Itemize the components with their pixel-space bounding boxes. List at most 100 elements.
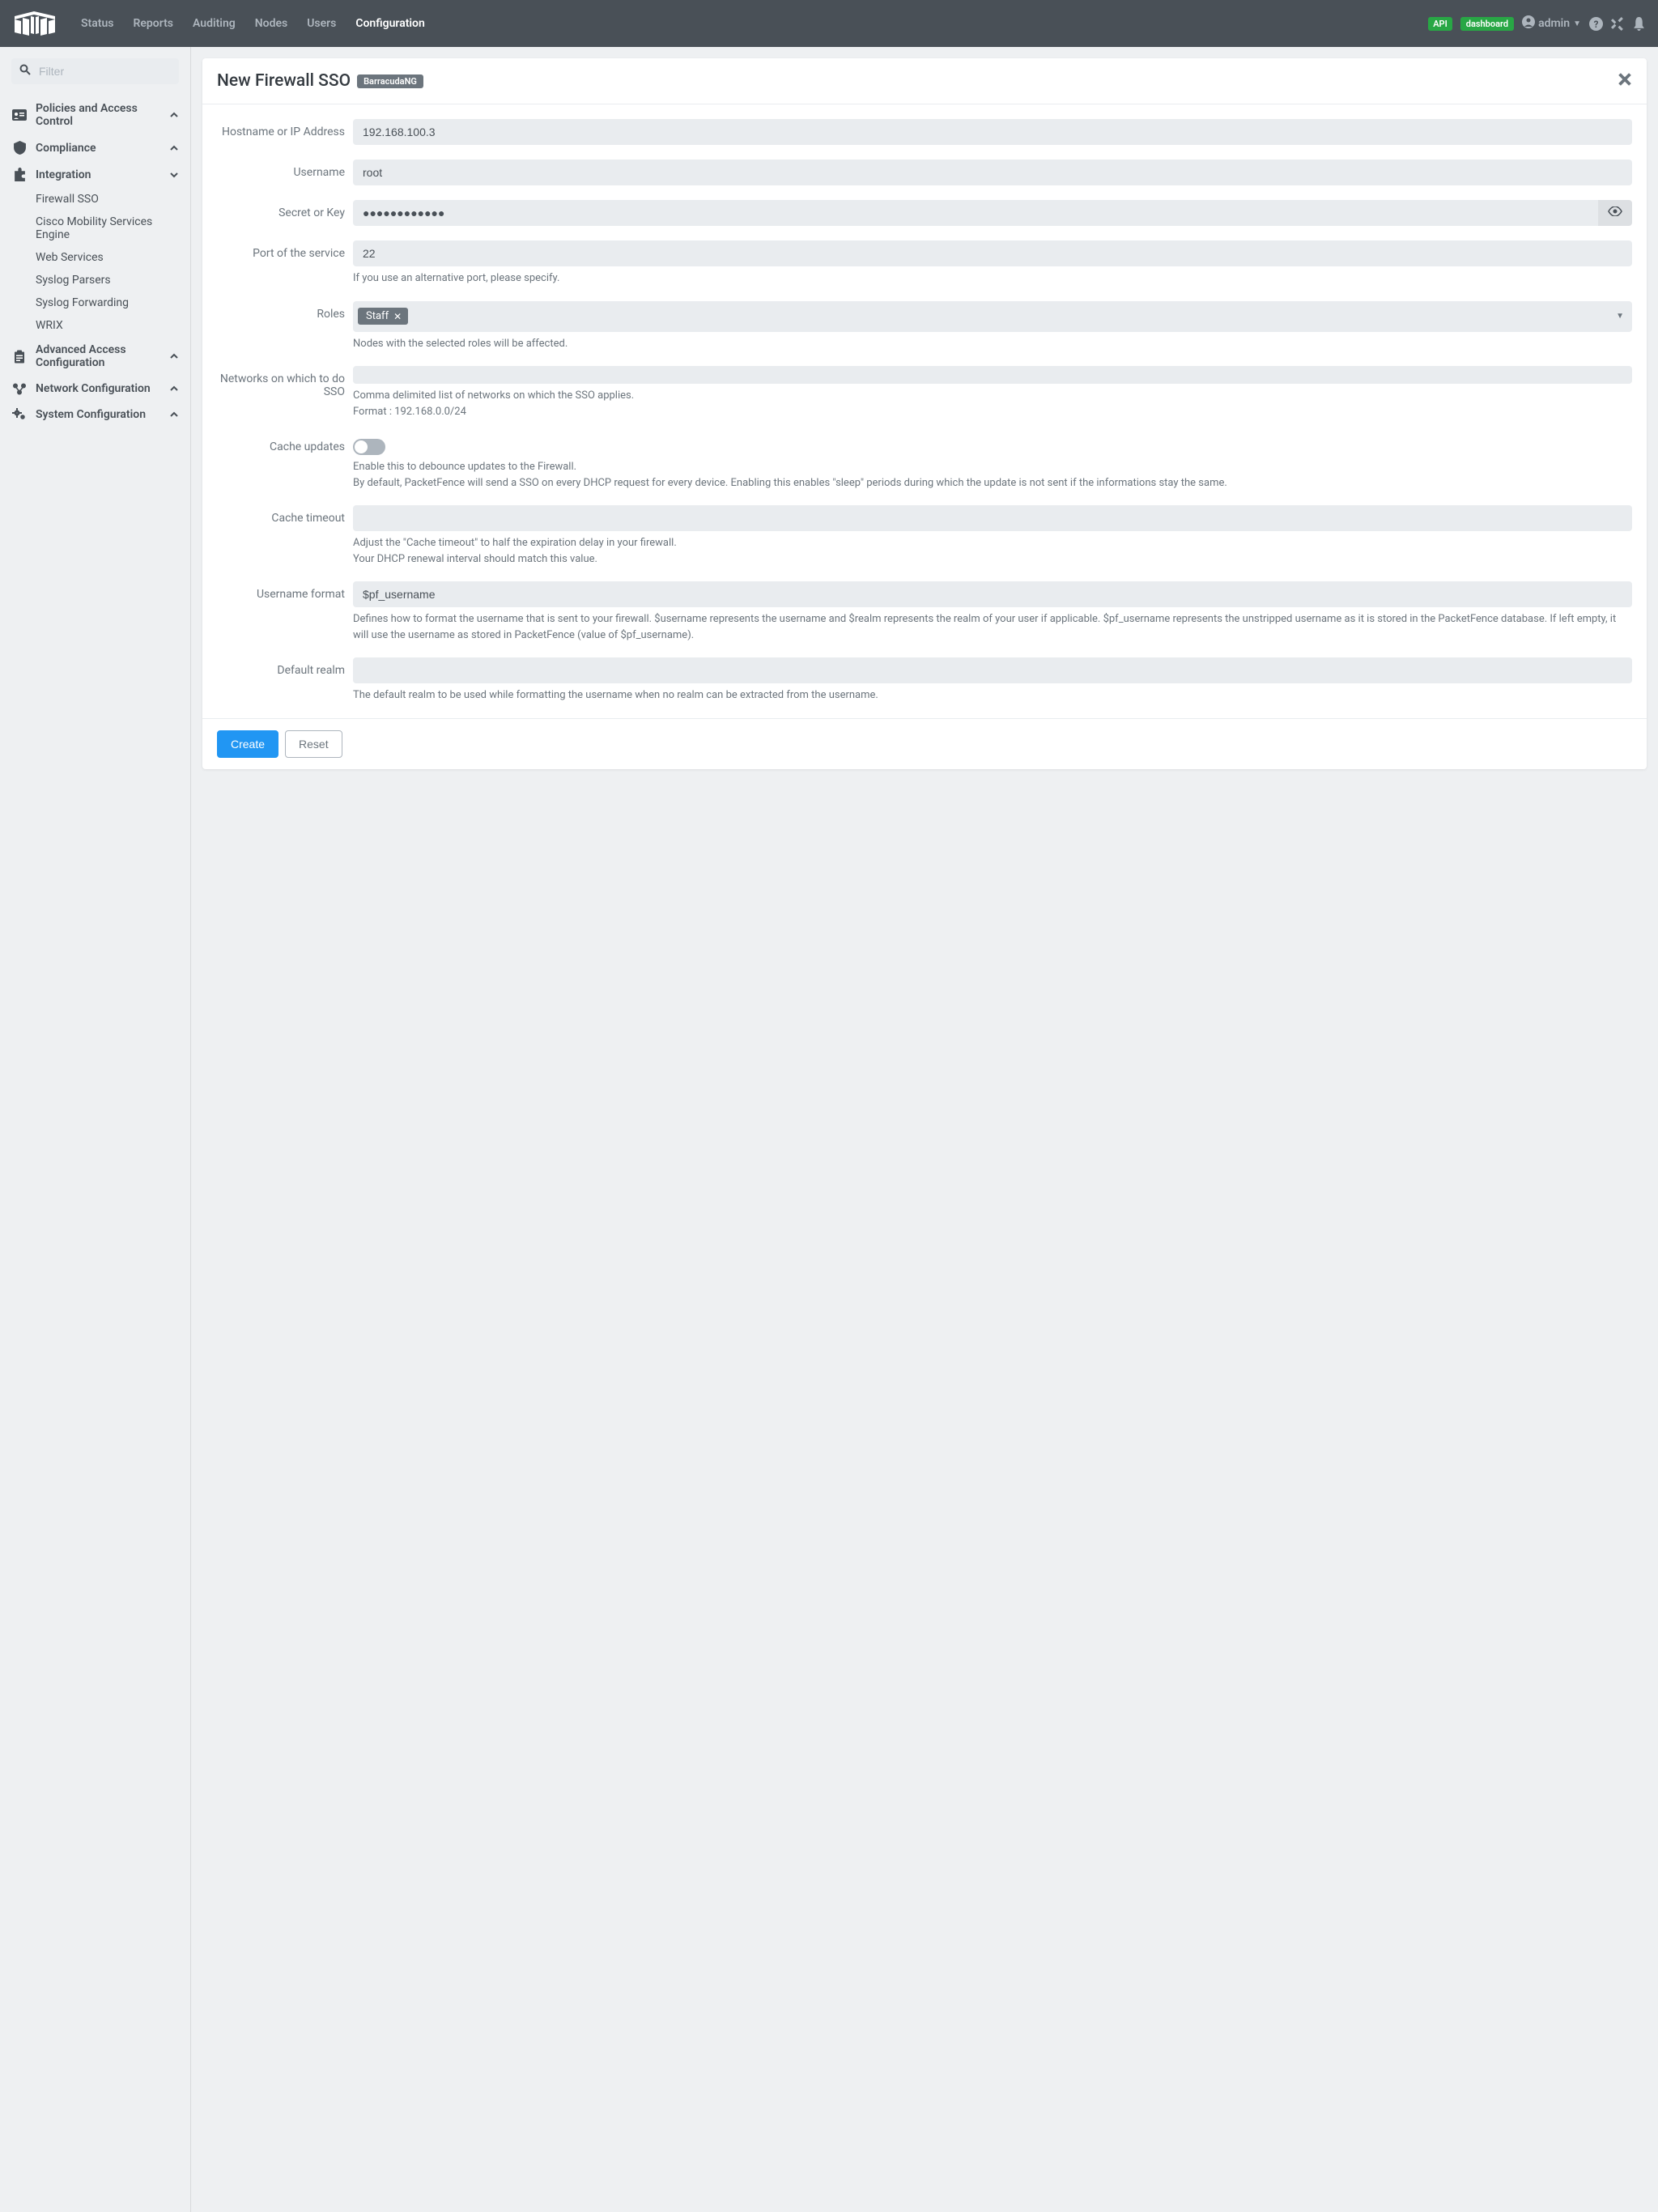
chevron-down-icon	[169, 168, 179, 181]
port-input[interactable]	[353, 240, 1632, 266]
roles-label: Roles	[217, 301, 353, 352]
sidebar-section-network[interactable]: Network Configuration	[11, 376, 179, 402]
chevron-down-icon: ▼	[1573, 19, 1581, 28]
reset-button[interactable]: Reset	[285, 730, 342, 758]
sidebar-section-system[interactable]: System Configuration	[11, 402, 179, 428]
clipboard-icon	[11, 350, 28, 364]
chip-label: Staff	[366, 310, 389, 322]
chevron-up-icon	[169, 350, 179, 363]
layout: Policies and Access Control Compliance I…	[0, 47, 1658, 2212]
gears-icon	[11, 408, 28, 421]
section-label: Network Configuration	[36, 382, 161, 395]
hostname-input[interactable]	[353, 119, 1632, 145]
nav-right: API dashboard admin ▼ ?	[1428, 15, 1645, 32]
create-button[interactable]: Create	[217, 730, 278, 758]
role-chip: Staff ✕	[358, 308, 408, 325]
section-label: Advanced Access Configuration	[36, 343, 161, 369]
help-icon[interactable]: ?	[1589, 17, 1603, 31]
username-label: Username	[217, 160, 353, 185]
card-body: Hostname or IP Address Username Secret o…	[202, 104, 1647, 718]
section-label: Compliance	[36, 142, 161, 155]
content: New Firewall SSO BarracudaNG Hostname or…	[191, 47, 1658, 2212]
secret-input[interactable]	[353, 200, 1598, 226]
cache-updates-help1: Enable this to debounce updates to the F…	[353, 459, 1632, 475]
chevron-up-icon	[169, 108, 179, 121]
reveal-password-button[interactable]	[1598, 200, 1632, 226]
sidebar: Policies and Access Control Compliance I…	[0, 47, 191, 2212]
sidebar-item-syslog-parsers[interactable]: Syslog Parsers	[11, 269, 179, 291]
sidebar-section-integration[interactable]: Integration	[11, 161, 179, 188]
username-format-help: Defines how to format the username that …	[353, 611, 1632, 643]
user-name: admin	[1538, 17, 1570, 30]
nav-configuration[interactable]: Configuration	[347, 11, 432, 36]
sidebar-section-advanced[interactable]: Advanced Access Configuration	[11, 337, 179, 376]
card-header: New Firewall SSO BarracudaNG	[202, 58, 1647, 104]
cache-timeout-input[interactable]	[353, 505, 1632, 531]
networks-input[interactable]	[353, 366, 1632, 384]
username-input[interactable]	[353, 160, 1632, 185]
cache-timeout-label: Cache timeout	[217, 505, 353, 567]
user-icon	[1522, 15, 1535, 32]
sidebar-section-policies[interactable]: Policies and Access Control	[11, 96, 179, 134]
sidebar-section-compliance[interactable]: Compliance	[11, 134, 179, 161]
toggle-knob	[355, 440, 368, 453]
nav-reports[interactable]: Reports	[125, 11, 181, 36]
badge-api[interactable]: API	[1428, 17, 1452, 31]
type-badge: BarracudaNG	[357, 74, 423, 88]
bell-icon[interactable]	[1633, 17, 1645, 31]
sidebar-item-syslog-forwarding[interactable]: Syslog Forwarding	[11, 291, 179, 314]
nav-users[interactable]: Users	[299, 11, 344, 36]
cache-updates-label: Cache updates	[217, 434, 353, 491]
id-card-icon	[11, 109, 28, 121]
username-format-label: Username format	[217, 581, 353, 643]
section-label: Integration	[36, 168, 161, 181]
cache-timeout-help1: Adjust the "Cache timeout" to half the e…	[353, 535, 1632, 551]
puzzle-icon	[11, 168, 28, 181]
roles-select[interactable]: Staff ✕ ▼	[353, 301, 1632, 332]
search-icon	[19, 64, 31, 79]
cache-updates-toggle[interactable]	[353, 439, 385, 455]
form-card: New Firewall SSO BarracudaNG Hostname or…	[202, 58, 1647, 769]
eye-icon	[1608, 206, 1622, 219]
chevron-up-icon	[169, 142, 179, 155]
chevron-down-icon: ▼	[1616, 312, 1624, 321]
cache-timeout-help2: Your DHCP renewal interval should match …	[353, 551, 1632, 568]
networks-help2: Format : 192.168.0.0/24	[353, 404, 1632, 420]
card-title: New Firewall SSO	[217, 71, 351, 91]
svg-text:?: ?	[1594, 18, 1599, 29]
roles-help: Nodes with the selected roles will be af…	[353, 336, 1632, 352]
networks-label: Networks on which to do SSO	[217, 366, 353, 419]
default-realm-help: The default realm to be used while forma…	[353, 687, 1632, 704]
nav-status[interactable]: Status	[73, 11, 121, 36]
cache-updates-help2: By default, PacketFence will send a SSO …	[353, 475, 1632, 491]
card-footer: Create Reset	[202, 718, 1647, 769]
section-label: System Configuration	[36, 408, 161, 421]
port-label: Port of the service	[217, 240, 353, 287]
default-realm-input[interactable]	[353, 657, 1632, 683]
sidebar-item-cisco[interactable]: Cisco Mobility Services Engine	[11, 211, 179, 246]
network-icon	[11, 383, 28, 395]
sidebar-item-web-services[interactable]: Web Services	[11, 246, 179, 269]
secret-label: Secret or Key	[217, 200, 353, 226]
nav-nodes[interactable]: Nodes	[247, 11, 295, 36]
chip-remove-icon[interactable]: ✕	[393, 311, 402, 322]
nav-auditing[interactable]: Auditing	[185, 11, 244, 36]
nav-links: Status Reports Auditing Nodes Users Conf…	[73, 11, 433, 36]
username-format-input[interactable]	[353, 581, 1632, 607]
sidebar-item-wrix[interactable]: WRIX	[11, 314, 179, 337]
sidebar-item-firewall-sso[interactable]: Firewall SSO	[11, 188, 179, 211]
chevron-up-icon	[169, 408, 179, 421]
close-button[interactable]	[1618, 72, 1632, 90]
filter-box	[11, 58, 179, 84]
filter-input[interactable]	[11, 58, 179, 84]
tools-icon[interactable]	[1611, 17, 1625, 31]
navbar: Status Reports Auditing Nodes Users Conf…	[0, 0, 1658, 47]
logo[interactable]	[13, 11, 57, 36]
user-menu[interactable]: admin ▼	[1522, 15, 1581, 32]
badge-dashboard[interactable]: dashboard	[1460, 17, 1514, 31]
networks-help1: Comma delimited list of networks on whic…	[353, 388, 1632, 404]
port-help: If you use an alternative port, please s…	[353, 270, 1632, 287]
section-label: Policies and Access Control	[36, 102, 161, 128]
hostname-label: Hostname or IP Address	[217, 119, 353, 145]
default-realm-label: Default realm	[217, 657, 353, 704]
